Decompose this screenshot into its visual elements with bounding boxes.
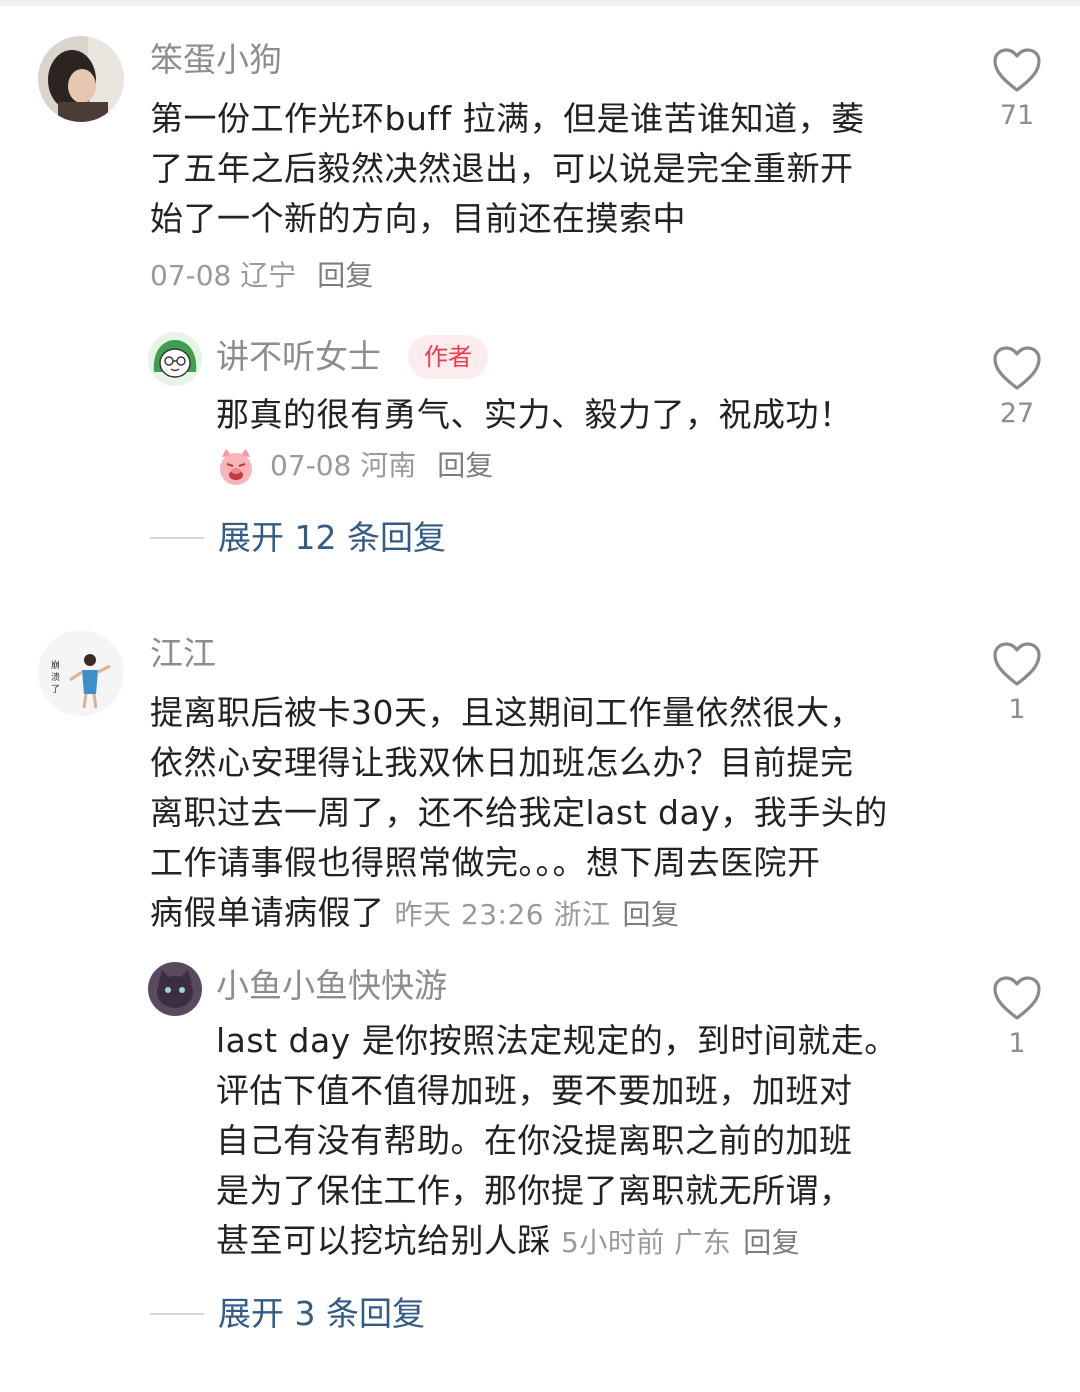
heart-icon <box>993 642 1041 686</box>
like-count: 1 <box>1008 694 1026 725</box>
reply-location: 广东 <box>674 1226 732 1259</box>
reply-text: 那真的很有勇气、实力、毅力了，祝成功！ <box>216 395 853 434</box>
comment-text-line: 提离职后被卡30天，且这期间工作量依然很大， <box>150 693 863 732</box>
reply-meta: 5小时前 广东 回复 <box>561 1226 800 1259</box>
comment-text-tail: 病假单请病假了 <box>150 893 385 932</box>
comment-text-line: 工作请事假也得照常做完。。。想下周去医院开 <box>150 843 821 882</box>
reply-date: 07-08 <box>270 449 352 482</box>
heart-icon <box>993 346 1041 390</box>
reply-date: 5小时前 <box>561 1226 665 1259</box>
comment-text-line: 离职过去一周了，还不给我定last day，我手头的 <box>150 793 888 832</box>
comment-location: 辽宁 <box>240 259 297 292</box>
heart-icon <box>993 48 1041 92</box>
dancing-figure-icon: 崩 溃 了 <box>38 630 124 716</box>
avatar[interactable] <box>148 332 202 386</box>
reply-button[interactable]: 回复 <box>623 898 680 931</box>
svg-text:了: 了 <box>51 684 60 695</box>
avatar[interactable] <box>148 962 202 1016</box>
reply-text-line: 自己有没有帮助。在你没提离职之前的加班 <box>216 1121 853 1160</box>
comment-text-line: 病假单请病假了 昨天 23:26 浙江 回复 <box>150 888 680 940</box>
expand-replies-label[interactable]: 展开 3 条回复 <box>218 1294 425 1334</box>
comment-meta: 昨天 23:26 浙江 回复 <box>395 898 680 931</box>
like-button[interactable]: 1 <box>987 640 1047 726</box>
top-divider <box>0 0 1080 6</box>
comment-text-line: 始了一个新的方向，目前还在摸索中 <box>150 199 686 238</box>
comment-text-line: 了五年之后毅然决然退出，可以说是完全重新开 <box>150 149 854 188</box>
comment-text-line: 依然心安理得让我双休日加班怎么办？目前提完 <box>150 743 854 782</box>
reply-username[interactable]: 讲不听女士 <box>216 337 381 377</box>
like-button[interactable]: 1 <box>987 974 1047 1060</box>
svg-text:溃: 溃 <box>51 671 60 683</box>
heart-icon <box>993 976 1041 1020</box>
like-count: 27 <box>999 398 1035 429</box>
reply-text-line: 是为了保住工作，那你提了离职就无所谓， <box>216 1171 853 1210</box>
reply-meta: 07-08 河南 回复 <box>216 446 493 487</box>
comment-date: 昨天 23:26 <box>394 898 545 931</box>
comment-meta: 07-08 辽宁 回复 <box>150 256 373 296</box>
expand-divider <box>150 1313 204 1315</box>
like-count: 71 <box>999 100 1035 131</box>
reply-button[interactable]: 回复 <box>437 449 493 482</box>
reply-username[interactable]: 小鱼小鱼快快游 <box>216 966 447 1006</box>
cartoon-girl-icon <box>148 332 202 386</box>
like-button[interactable]: 71 <box>987 46 1047 132</box>
like-count: 1 <box>1008 1028 1026 1059</box>
like-button[interactable]: 27 <box>987 344 1047 430</box>
comment-location: 浙江 <box>553 898 611 931</box>
expand-replies-button[interactable]: 展开 3 条回复 <box>150 1294 425 1334</box>
cat-icon <box>148 962 202 1016</box>
comment-date: 07-08 <box>150 259 232 292</box>
comment-username[interactable]: 江江 <box>150 634 216 674</box>
comment-text-line: 第一份工作光环buff 拉满，但是谁苦谁知道，萎 <box>150 99 865 138</box>
reply-text-line: 甚至可以挖坑给别人踩 5小时前 广东 回复 <box>216 1216 800 1268</box>
reply-text-line: 评估下值不值得加班，要不要加班，加班对 <box>216 1071 853 1110</box>
author-badge: 作者 <box>408 335 488 379</box>
pig-emoji-icon <box>220 449 252 485</box>
reply-text-line: last day 是你按照法定规定的，到时间就走。 <box>216 1021 898 1060</box>
svg-text:崩: 崩 <box>51 659 60 671</box>
expand-replies-label[interactable]: 展开 12 条回复 <box>218 518 446 558</box>
user-photo-icon <box>38 36 124 122</box>
reply-text-tail: 甚至可以挖坑给别人踩 <box>216 1221 551 1260</box>
reply-button[interactable]: 回复 <box>317 259 373 292</box>
comment-username[interactable]: 笨蛋小狗 <box>150 40 282 80</box>
expand-divider <box>150 537 204 539</box>
avatar[interactable] <box>38 36 124 122</box>
reply-button[interactable]: 回复 <box>743 1226 800 1259</box>
expand-replies-button[interactable]: 展开 12 条回复 <box>150 518 446 558</box>
reply-location: 河南 <box>360 449 417 482</box>
avatar[interactable]: 崩 溃 了 <box>38 630 124 716</box>
